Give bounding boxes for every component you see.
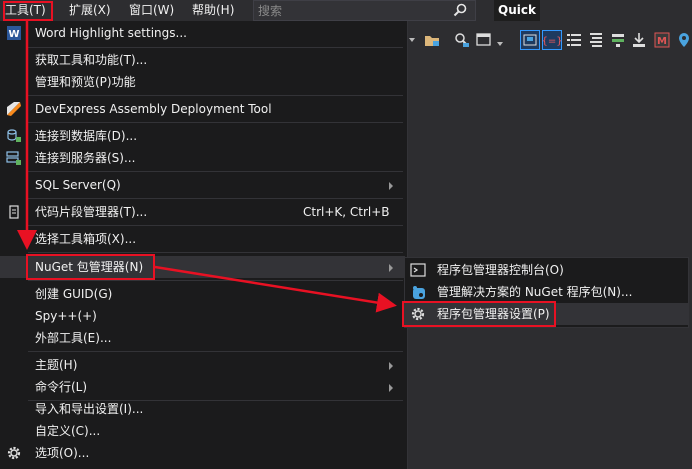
server-connect-icon xyxy=(6,151,21,165)
menu-separator xyxy=(28,198,403,199)
snippet-icon xyxy=(9,205,19,219)
svg-text:W: W xyxy=(8,29,19,40)
submenu-arrow-icon xyxy=(389,264,393,272)
menu-item-label: SQL Server(Q) xyxy=(35,178,121,192)
menu-extensions[interactable]: 扩展(X) xyxy=(64,0,116,21)
menu-item-create-guid[interactable]: 创建 GUID(G) xyxy=(0,283,405,305)
menu-item-devexpress[interactable]: DevExpress Assembly Deployment Tool xyxy=(0,98,405,120)
word-highlight-icon: W xyxy=(7,26,21,40)
menu-item-get-tools[interactable]: 获取工具和功能(T)... xyxy=(0,49,405,71)
toolbar: {=} M xyxy=(408,30,692,54)
menu-bar: 工具(T) 扩展(X) 窗口(W) 帮助(H) Quick xyxy=(0,0,692,21)
menu-item-label: 代码片段管理器(T)... xyxy=(35,205,148,219)
menu-item-label: 导入和导出设置(I)... xyxy=(35,402,144,416)
menu-item-label: 选项(O)... xyxy=(35,446,90,460)
dropdown-arrow-icon[interactable] xyxy=(496,40,504,48)
submenu-item-label: 程序包管理器设置(P) xyxy=(437,307,550,321)
menu-item-import-export[interactable]: 导入和导出设置(I)... xyxy=(0,398,405,420)
menu-separator xyxy=(28,95,403,96)
menu-separator xyxy=(28,171,403,172)
quick-launch[interactable]: Quick xyxy=(494,0,540,21)
submenu-arrow-icon xyxy=(389,182,393,190)
menu-item-label: 获取工具和功能(T)... xyxy=(35,53,148,67)
toggle-view-icon[interactable] xyxy=(520,30,540,50)
menu-item-connect-server[interactable]: 连接到服务器(S)... xyxy=(0,147,405,169)
submenu-item-package-console[interactable]: 程序包管理器控制台(O) xyxy=(405,259,688,281)
menu-item-choose-toolbox[interactable]: 选择工具箱项(X)... xyxy=(0,228,405,250)
database-connect-icon xyxy=(7,129,21,142)
search-box[interactable] xyxy=(253,0,476,21)
download-icon[interactable] xyxy=(631,32,647,48)
svg-text:{=}: {=} xyxy=(542,36,562,47)
submenu-item-package-settings[interactable]: 程序包管理器设置(P) xyxy=(405,303,688,325)
menu-item-label: 管理和预览(P)功能 xyxy=(35,75,136,89)
search-icon[interactable] xyxy=(453,3,467,17)
devexpress-icon xyxy=(7,102,21,116)
network-icon[interactable] xyxy=(610,32,626,48)
align-icon[interactable] xyxy=(588,32,604,48)
menu-item-connect-database[interactable]: 连接到数据库(D)... xyxy=(0,125,405,147)
menu-separator xyxy=(28,280,403,281)
menu-item-label: 命令行(L) xyxy=(35,380,88,394)
search-input[interactable] xyxy=(258,3,448,18)
find-icon[interactable] xyxy=(454,32,470,48)
m-badge-icon[interactable]: M xyxy=(654,32,670,48)
menu-help[interactable]: 帮助(H) xyxy=(187,0,239,21)
menu-item-label: 自定义(C)... xyxy=(35,424,101,438)
menu-window[interactable]: 窗口(W) xyxy=(124,0,179,21)
nuget-icon xyxy=(413,286,425,299)
svg-text:M: M xyxy=(657,36,667,47)
menu-item-label: NuGet 包管理器(N) xyxy=(35,260,144,274)
console-icon xyxy=(410,263,426,277)
brace-toggle-icon[interactable]: {=} xyxy=(542,30,562,50)
gear-icon xyxy=(7,446,21,460)
tools-menu: W Word Highlight settings... 获取工具和功能(T).… xyxy=(0,21,408,469)
menu-item-label: 创建 GUID(G) xyxy=(35,287,113,301)
menu-item-label: 主题(H) xyxy=(35,358,78,372)
menu-item-external-tools[interactable]: 外部工具(E)... xyxy=(0,327,405,349)
menu-separator xyxy=(28,47,403,48)
menu-item-label: Word Highlight settings... xyxy=(35,26,187,40)
submenu-item-manage-nuget[interactable]: 管理解决方案的 NuGet 程序包(N)... xyxy=(405,281,688,303)
menu-item-shortcut: Ctrl+K, Ctrl+B xyxy=(303,205,390,219)
menu-tools[interactable]: 工具(T) xyxy=(0,0,51,21)
list-icon[interactable] xyxy=(566,32,582,48)
gear-icon xyxy=(411,307,425,321)
menu-item-label: 外部工具(E)... xyxy=(35,331,112,345)
menu-item-nuget[interactable]: NuGet 包管理器(N) xyxy=(0,256,405,278)
menu-item-label: DevExpress Assembly Deployment Tool xyxy=(35,102,272,116)
menu-separator xyxy=(28,122,403,123)
menu-item-label: 选择工具箱项(X)... xyxy=(35,232,137,246)
submenu-item-label: 管理解决方案的 NuGet 程序包(N)... xyxy=(437,285,633,299)
nuget-submenu: 程序包管理器控制台(O) 管理解决方案的 NuGet 程序包(N)... 程序包… xyxy=(404,257,689,328)
menu-separator xyxy=(28,225,403,226)
menu-item-options[interactable]: 选项(O)... xyxy=(0,442,405,464)
menu-item-sql-server[interactable]: SQL Server(Q) xyxy=(0,174,405,196)
menu-item-snippet-manager[interactable]: 代码片段管理器(T)... Ctrl+K, Ctrl+B xyxy=(0,201,405,223)
menu-separator xyxy=(28,351,403,352)
window-icon[interactable] xyxy=(476,32,492,48)
dropdown-arrow-icon[interactable] xyxy=(408,36,416,44)
menu-item-spy[interactable]: Spy++(+) xyxy=(0,305,405,327)
submenu-arrow-icon xyxy=(389,384,393,392)
menu-item-command-line[interactable]: 命令行(L) xyxy=(0,376,405,398)
menu-item-theme[interactable]: 主题(H) xyxy=(0,354,405,376)
menu-item-manage-preview[interactable]: 管理和预览(P)功能 xyxy=(0,71,405,93)
menu-item-label: 连接到数据库(D)... xyxy=(35,129,138,143)
menu-item-word-highlight[interactable]: W Word Highlight settings... xyxy=(0,22,405,44)
menu-item-label: Spy++(+) xyxy=(35,309,97,323)
submenu-arrow-icon xyxy=(389,362,393,370)
location-pin-icon[interactable] xyxy=(676,32,692,48)
menu-separator xyxy=(28,252,403,253)
folder-icon[interactable] xyxy=(424,32,440,48)
menu-item-customize[interactable]: 自定义(C)... xyxy=(0,420,405,442)
submenu-item-label: 程序包管理器控制台(O) xyxy=(437,263,564,277)
menu-item-label: 连接到服务器(S)... xyxy=(35,151,136,165)
